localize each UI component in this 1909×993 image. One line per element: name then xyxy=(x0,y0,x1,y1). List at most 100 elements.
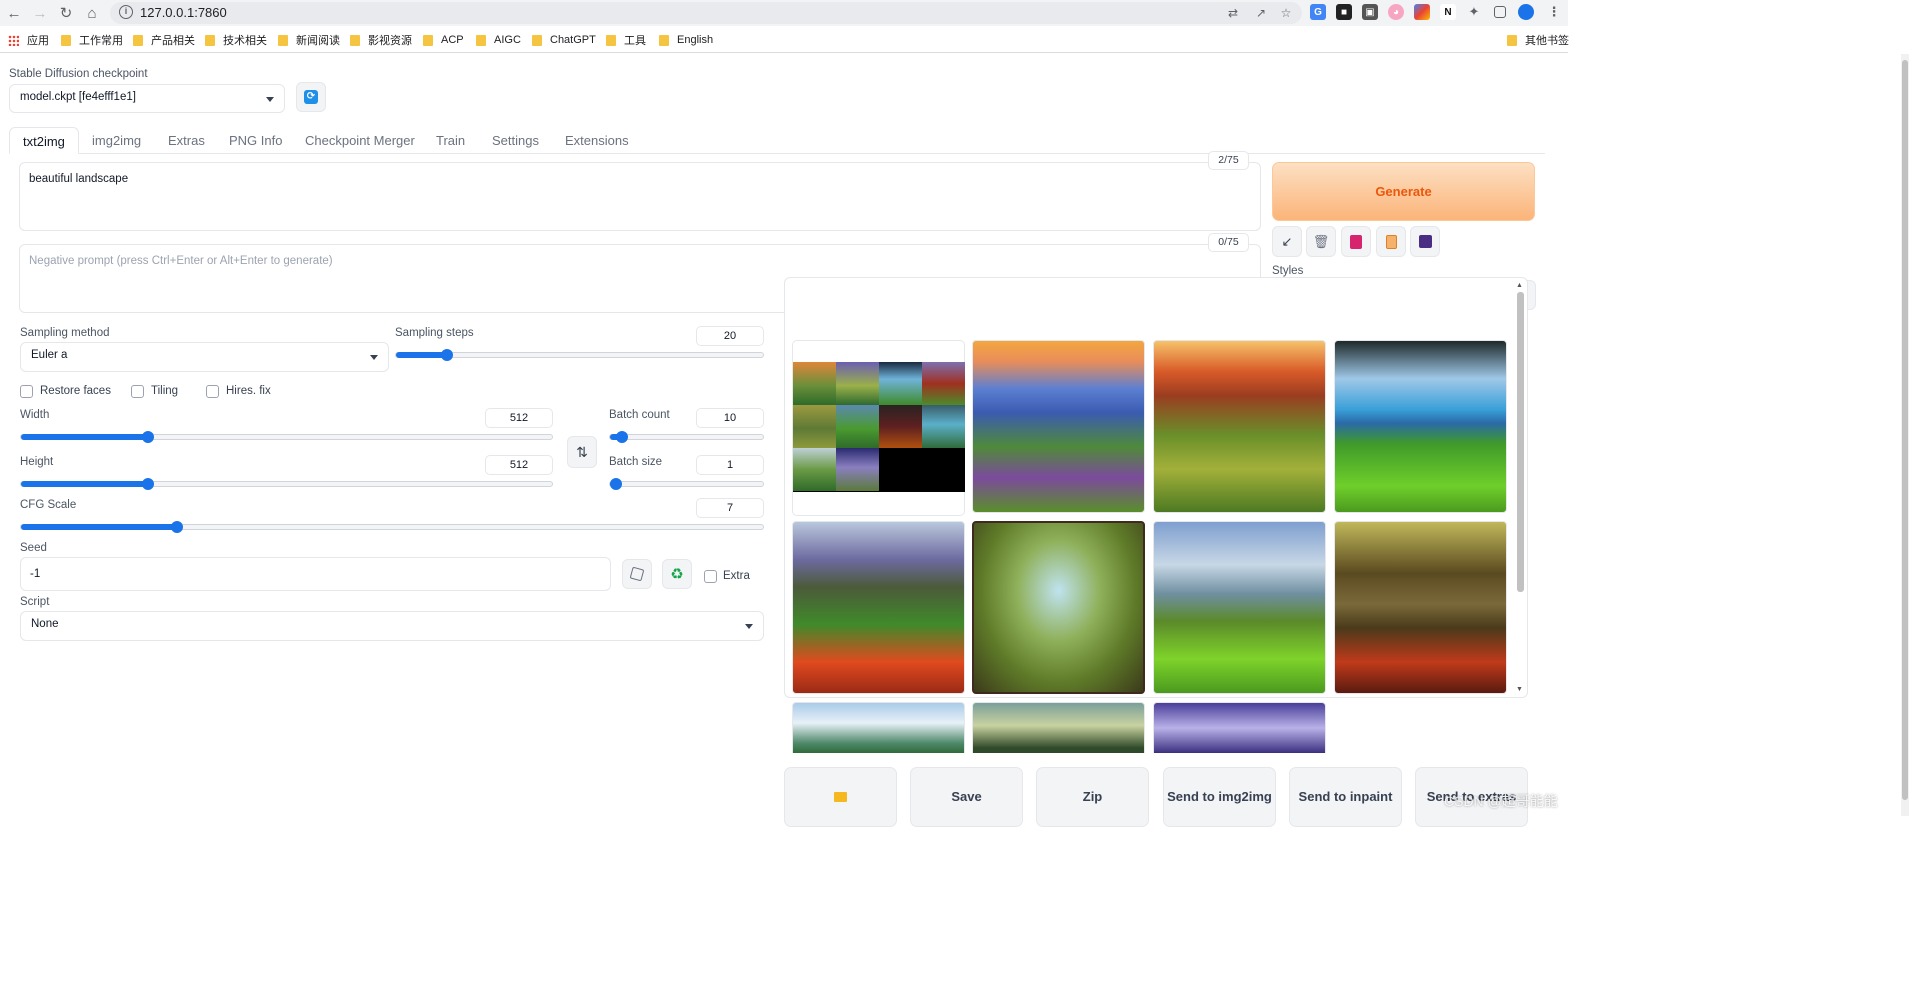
tab-train[interactable]: Train xyxy=(423,127,478,154)
seed-input[interactable]: -1 xyxy=(20,557,611,591)
height-input[interactable]: 512 xyxy=(485,455,553,475)
tiling-checkbox[interactable] xyxy=(131,385,144,398)
bookmark-folder[interactable]: 工具 xyxy=(606,32,646,48)
save-button[interactable]: Save xyxy=(910,767,1023,827)
send-to-inpaint-button[interactable]: Send to inpaint xyxy=(1289,767,1402,827)
tab-img2img[interactable]: img2img xyxy=(79,127,154,154)
apply-style-button[interactable] xyxy=(1376,226,1406,257)
width-input[interactable]: 512 xyxy=(485,408,553,428)
gallery-image[interactable] xyxy=(1334,521,1507,694)
open-folder-button[interactable] xyxy=(784,767,897,827)
side-panel-icon[interactable] xyxy=(1494,6,1506,18)
bookmark-folder[interactable]: English xyxy=(659,32,713,48)
read-params-button[interactable]: ↙ xyxy=(1272,226,1302,257)
gallery-image[interactable] xyxy=(972,340,1145,513)
batch-size-slider[interactable] xyxy=(609,478,764,490)
gallery-image[interactable] xyxy=(972,702,1145,753)
forward-arrow-icon[interactable]: → xyxy=(30,3,50,23)
extra-networks-button[interactable] xyxy=(1341,226,1371,257)
cfg-scale-slider[interactable] xyxy=(20,521,764,533)
slider-handle[interactable] xyxy=(610,478,622,490)
tab-extensions[interactable]: Extensions xyxy=(552,127,642,154)
grid-tile xyxy=(922,362,965,405)
batch-count-input[interactable]: 10 xyxy=(696,408,764,428)
tab-checkpoint-merger[interactable]: Checkpoint Merger xyxy=(292,127,428,154)
bookmark-folder[interactable]: 技术相关 xyxy=(205,32,267,48)
scroll-up-icon[interactable]: ▲ xyxy=(1516,282,1523,289)
bookmark-folder[interactable]: 新闻阅读 xyxy=(278,32,340,48)
site-info-icon[interactable]: i xyxy=(119,5,133,19)
checkpoint-dropdown[interactable]: model.ckpt [fe4efff1e1] xyxy=(9,84,285,113)
slider-handle[interactable] xyxy=(616,431,628,443)
tab-txt2img[interactable]: txt2img xyxy=(9,127,79,154)
height-slider[interactable] xyxy=(20,478,553,490)
bookmark-folder[interactable]: 产品相关 xyxy=(133,32,195,48)
generate-button[interactable]: Generate xyxy=(1272,162,1535,221)
bookmark-folder[interactable]: AIGC xyxy=(476,32,521,48)
random-seed-button[interactable] xyxy=(622,559,652,589)
gallery-image[interactable] xyxy=(792,702,965,753)
scroll-down-icon[interactable]: ▼ xyxy=(1516,686,1523,693)
slider-handle[interactable] xyxy=(441,349,453,361)
reuse-seed-button[interactable]: ♻ xyxy=(662,559,692,589)
script-dropdown[interactable]: None xyxy=(20,611,764,641)
menu-kebab-icon[interactable]: ⋮ xyxy=(1546,4,1562,20)
address-bar[interactable]: i 127.0.0.1:7860 ⇄ ↗ ☆ xyxy=(110,2,1302,24)
bookmark-folder[interactable]: ChatGPT xyxy=(532,32,596,48)
page-scrollbar[interactable] xyxy=(1901,54,1909,816)
swap-dimensions-button[interactable]: ⇅ xyxy=(567,436,597,468)
gallery-image[interactable] xyxy=(1153,521,1326,694)
share-icon[interactable]: ↗ xyxy=(1253,5,1269,21)
sampling-steps-input[interactable]: 20 xyxy=(696,326,764,346)
restore-faces-checkbox[interactable] xyxy=(20,385,33,398)
gallery-scrollbar[interactable]: ▲ ▼ xyxy=(1515,280,1525,695)
save-style-button[interactable] xyxy=(1410,226,1440,257)
gallery-grid-image[interactable] xyxy=(792,340,965,516)
extensions-puzzle-icon[interactable]: ✦ xyxy=(1466,4,1482,20)
back-arrow-icon[interactable]: ← xyxy=(4,3,24,23)
sampling-method-dropdown[interactable]: Euler a xyxy=(20,342,389,372)
translate-icon[interactable]: ⇄ xyxy=(1225,5,1241,21)
slider-handle[interactable] xyxy=(142,431,154,443)
batch-size-input[interactable]: 1 xyxy=(696,455,764,475)
width-slider[interactable] xyxy=(20,431,553,443)
prompt-input[interactable]: beautiful landscape xyxy=(19,162,1261,231)
clear-prompt-button[interactable]: 🗑 xyxy=(1306,226,1336,257)
gallery-image[interactable] xyxy=(1334,340,1507,513)
home-icon[interactable]: ⌂ xyxy=(82,3,102,23)
send-to-img2img-button[interactable]: Send to img2img xyxy=(1163,767,1276,827)
tab-extras[interactable]: Extras xyxy=(155,127,218,154)
other-bookmarks[interactable]: 其他书签 xyxy=(1507,32,1569,48)
scrollbar-thumb[interactable] xyxy=(1517,292,1524,592)
gallery-image[interactable] xyxy=(1153,340,1326,513)
slider-fill xyxy=(21,434,148,440)
refresh-checkpoint-button[interactable]: ⟳ xyxy=(296,82,326,112)
extension-icon[interactable]: ■ xyxy=(1336,4,1352,20)
bookmark-folder[interactable]: 影视资源 xyxy=(350,32,412,48)
bookmark-folder[interactable]: 工作常用 xyxy=(61,32,123,48)
extension-icon[interactable] xyxy=(1414,4,1430,20)
bookmark-folder[interactable]: ACP xyxy=(423,32,464,48)
extra-seed-checkbox[interactable] xyxy=(704,570,717,583)
sampling-steps-slider[interactable] xyxy=(395,349,764,361)
zip-button[interactable]: Zip xyxy=(1036,767,1149,827)
hires-fix-checkbox[interactable] xyxy=(206,385,219,398)
scrollbar-thumb[interactable] xyxy=(1902,60,1908,800)
profile-avatar[interactable] xyxy=(1518,4,1534,20)
gallery-image[interactable] xyxy=(792,521,965,694)
bookmark-apps[interactable]: 应用 xyxy=(8,32,49,48)
tab-settings[interactable]: Settings xyxy=(479,127,552,154)
cfg-scale-input[interactable]: 7 xyxy=(696,498,764,518)
bookmark-star-icon[interactable]: ☆ xyxy=(1278,5,1294,21)
slider-handle[interactable] xyxy=(142,478,154,490)
batch-count-slider[interactable] xyxy=(609,431,764,443)
notion-extension-icon[interactable]: N xyxy=(1440,4,1456,20)
extension-icon[interactable]: ◕ xyxy=(1388,4,1404,20)
reload-icon[interactable]: ↻ xyxy=(56,3,76,23)
slider-handle[interactable] xyxy=(171,521,183,533)
translate-extension-icon[interactable]: G xyxy=(1310,4,1326,20)
extension-icon[interactable]: ▣ xyxy=(1362,4,1378,20)
gallery-image[interactable] xyxy=(1153,702,1326,753)
tab-png-info[interactable]: PNG Info xyxy=(216,127,295,154)
gallery-image-selected[interactable] xyxy=(972,521,1145,694)
